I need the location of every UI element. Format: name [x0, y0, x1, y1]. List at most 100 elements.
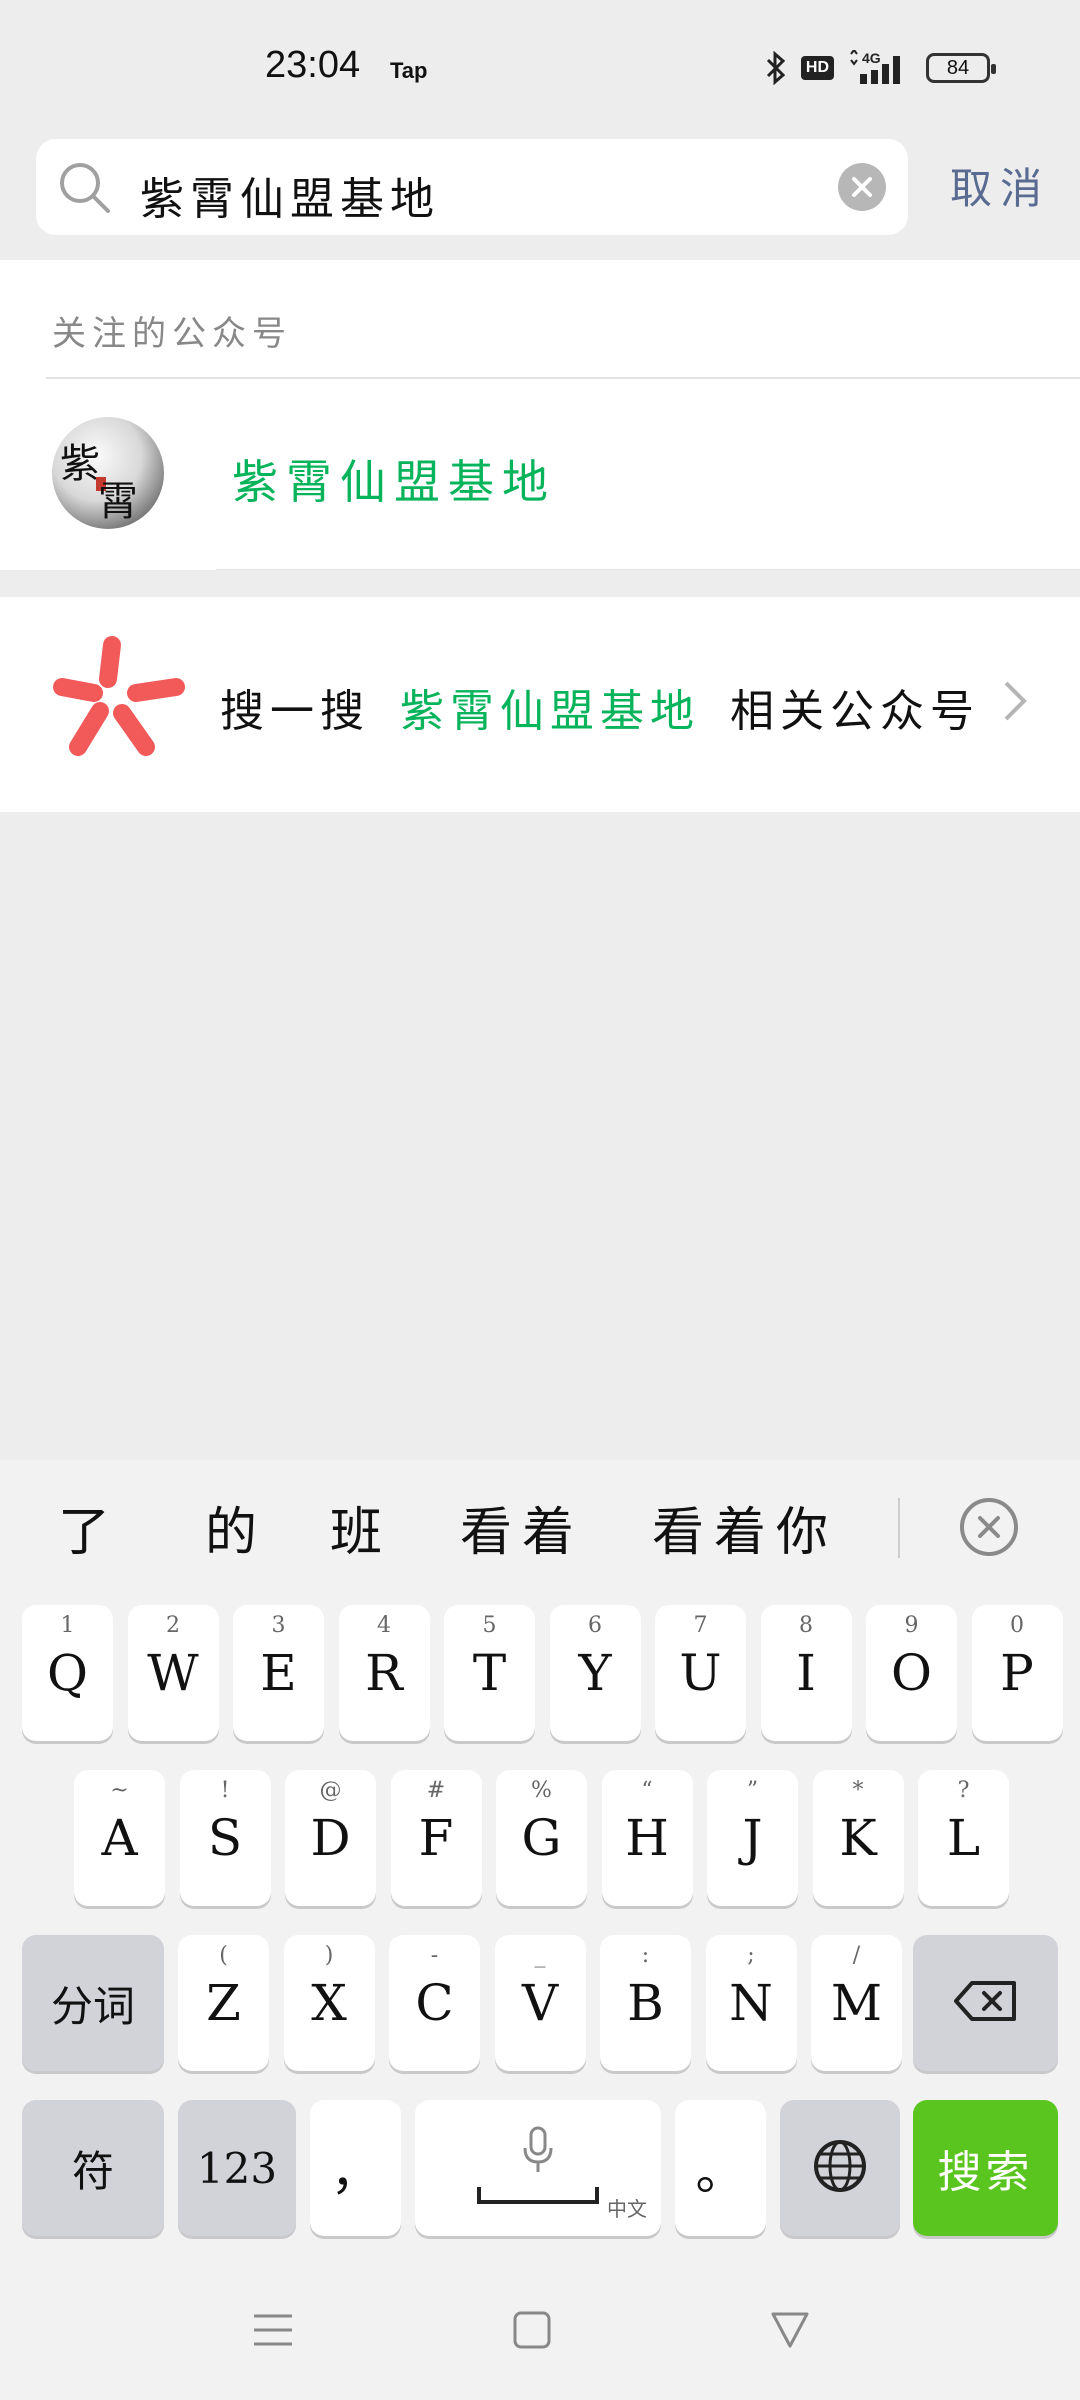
microphone-icon	[520, 2126, 556, 2180]
key-secondary-label: 8	[799, 1613, 813, 1638]
status-bar: 23:04 Tap HD 4G 84	[0, 0, 1080, 130]
candidate-item[interactable]: 看着	[460, 1490, 584, 1565]
key-g[interactable]: % G	[496, 1770, 587, 1906]
key-label: T	[472, 1644, 507, 1702]
section-title: 关注的公众号	[52, 314, 292, 354]
related-prefix: 搜一搜	[220, 686, 370, 737]
key-j[interactable]: ” J	[707, 1770, 798, 1906]
related-suffix: 相关公众号	[730, 686, 980, 737]
key-i[interactable]: 8I	[760, 1605, 852, 1741]
key-label: K	[839, 1809, 877, 1867]
key-secondary-label: )	[324, 1943, 334, 1968]
home-icon[interactable]	[512, 2310, 552, 2354]
candidate-item[interactable]: 班	[330, 1490, 392, 1565]
key-secondary-label: :	[641, 1943, 650, 1968]
key-s[interactable]: ! S	[179, 1770, 271, 1906]
space-bar-icon	[476, 2184, 600, 2210]
key-v[interactable]: _ V	[494, 1935, 586, 2071]
account-avatar[interactable]: 紫 霄	[52, 417, 164, 529]
key-label: E	[260, 1644, 297, 1702]
clear-icon[interactable]	[838, 163, 886, 211]
key-f[interactable]: # F	[390, 1770, 482, 1906]
key-n[interactable]: ; N	[705, 1935, 797, 2071]
close-candidates-icon[interactable]	[960, 1498, 1018, 1556]
key-label: I	[796, 1644, 816, 1702]
search-related-row[interactable]: 搜一搜 紫霄仙盟基地 相关公众号	[0, 597, 1080, 812]
key-u[interactable]: 7U	[655, 1605, 746, 1741]
key-secondary-label: 2	[166, 1613, 180, 1638]
key-secondary-label: 5	[482, 1613, 497, 1638]
search-key-label: 搜索	[937, 2147, 1034, 2198]
key-o[interactable]: 9O	[866, 1605, 957, 1741]
key-y[interactable]: 6Y	[549, 1605, 641, 1741]
space-key[interactable]: 中文	[415, 2100, 661, 2236]
search-key[interactable]: 搜索	[913, 2100, 1058, 2236]
search-icon	[58, 161, 112, 219]
signal-icon: 4G	[848, 50, 912, 86]
backspace-key[interactable]	[913, 1935, 1058, 2071]
key-e[interactable]: 3E	[233, 1605, 324, 1741]
number-key-label: 123	[196, 2143, 278, 2193]
key-c[interactable]: -C	[389, 1935, 480, 2071]
comma-key[interactable]: ，	[310, 2100, 401, 2236]
key-b[interactable]: :B	[600, 1935, 691, 2071]
key-secondary-label: 0	[1010, 1613, 1024, 1638]
globe-key[interactable]	[780, 2100, 900, 2236]
account-name[interactable]: 紫霄仙盟基地	[232, 446, 556, 512]
key-a[interactable]: ~ A	[74, 1770, 165, 1906]
avatar-char: 紫	[60, 441, 100, 487]
key-h[interactable]: “H	[601, 1770, 693, 1906]
key-label: F	[418, 1809, 454, 1867]
search-row: 紫霄仙盟基地 取消	[0, 130, 1080, 260]
related-text: 搜一搜 紫霄仙盟基地 相关公众号	[220, 675, 980, 739]
symbol-key[interactable]: 符	[22, 2100, 164, 2236]
split-key[interactable]: 分词	[22, 1935, 164, 2071]
status-app-label: Tap	[390, 58, 428, 83]
key-t[interactable]: 5T	[444, 1605, 535, 1741]
key-label: L	[946, 1809, 981, 1867]
key-r[interactable]: 4R	[338, 1605, 430, 1741]
chevron-right-icon	[1002, 679, 1030, 727]
symbol-key-label: 符	[71, 2146, 114, 2196]
number-key[interactable]: 123	[178, 2100, 296, 2236]
menu-icon[interactable]	[252, 2310, 294, 2354]
status-time: 23:04	[265, 44, 361, 86]
candidate-separator	[898, 1498, 900, 1558]
bluetooth-icon	[765, 51, 787, 85]
key-secondary-label: 9	[904, 1613, 919, 1638]
key-secondary-label: 6	[588, 1613, 602, 1638]
status-icons: HD 4G 84	[765, 50, 996, 86]
back-icon[interactable]	[770, 2310, 810, 2354]
key-k[interactable]: * K	[812, 1770, 904, 1906]
keyboard: 了 的 班 看着 看着你 分词 符 123 ， 中文 。 搜索 1 Q 2 W …	[0, 1460, 1080, 2400]
candidate-item[interactable]: 看着你	[652, 1490, 838, 1565]
key-w[interactable]: 2W	[127, 1605, 219, 1741]
key-d[interactable]: @ D	[285, 1770, 376, 1906]
key-secondary-label: ~	[110, 1778, 129, 1803]
key-secondary-label: !	[220, 1778, 230, 1803]
period-key[interactable]: 。	[675, 2100, 766, 2236]
key-secondary-label: 3	[271, 1613, 286, 1638]
period-key-label: 。	[695, 2143, 746, 2201]
key-label: Z	[206, 1974, 241, 2032]
key-secondary-label: *	[852, 1778, 864, 1803]
split-key-label: 分词	[50, 1981, 135, 2031]
key-z[interactable]: (Z	[178, 1935, 269, 2071]
candidate-item[interactable]: 了	[58, 1490, 120, 1565]
key-label: O	[891, 1644, 932, 1702]
key-label: A	[101, 1809, 138, 1867]
key-l[interactable]: ? L	[918, 1770, 1009, 1906]
key-p[interactable]: 0P	[971, 1605, 1063, 1741]
key-label: X	[311, 1974, 347, 2032]
key-secondary-label: ”	[746, 1778, 759, 1803]
key-x[interactable]: ) X	[283, 1935, 375, 2071]
cancel-button[interactable]: 取消	[950, 155, 1050, 216]
avatar-char: 霄	[98, 479, 138, 525]
candidate-item[interactable]: 的	[205, 1490, 267, 1565]
key-label: Y	[578, 1644, 612, 1702]
key-q[interactable]: 1Q	[22, 1605, 113, 1741]
key-label: J	[742, 1809, 763, 1867]
key-m[interactable]: / M	[811, 1935, 902, 2071]
search-input[interactable]: 紫霄仙盟基地	[36, 139, 908, 235]
key-label: W	[147, 1644, 199, 1702]
